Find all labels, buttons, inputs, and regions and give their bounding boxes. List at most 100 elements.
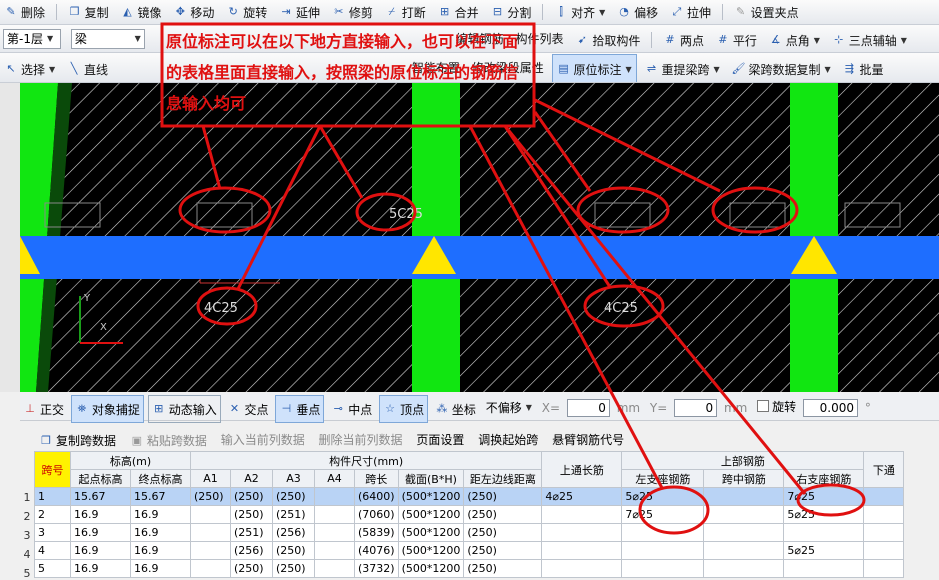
cell[interactable] <box>190 541 231 560</box>
cell[interactable] <box>314 559 355 578</box>
break-button[interactable]: ⌿ 打断 <box>381 0 430 24</box>
snap-vertex[interactable]: ☆ 顶点 <box>379 395 429 423</box>
col-elevation[interactable]: 标高(m) <box>70 451 191 470</box>
cell[interactable]: (250) <box>463 523 543 542</box>
rebar-label-4c25-right[interactable]: 4C25 <box>604 301 638 316</box>
cell[interactable]: 16.9 <box>70 541 131 560</box>
floor-select[interactable]: 第-1层 ▼ <box>3 28 61 49</box>
adjust-start-span-button[interactable]: 调换起始跨 <box>473 428 543 450</box>
rotate-checkbox[interactable]: 旋转 <box>754 393 799 419</box>
cell[interactable] <box>314 523 355 542</box>
snap-midpoint[interactable]: ⊸ 中点 <box>328 396 375 422</box>
cell[interactable]: (500*1200 <box>397 559 465 578</box>
input-column-button[interactable]: 输入当前列数据 <box>216 428 310 450</box>
span-copy-button[interactable]: 🖌 梁跨数据复制 ▼ <box>728 55 835 83</box>
mirror-button[interactable]: ◭ 镜像 <box>117 0 166 24</box>
cell[interactable]: 7⌀25 <box>621 505 705 524</box>
paste-span-button[interactable]: ▣ 粘贴跨数据 <box>125 430 212 452</box>
trim-button[interactable]: ✂ 修剪 <box>328 0 377 24</box>
cell[interactable]: (250) <box>272 487 315 506</box>
col-bottom-through[interactable]: 下通 <box>863 451 905 488</box>
cell[interactable] <box>863 541 905 560</box>
cell[interactable]: 16.9 <box>130 541 191 560</box>
two-points-button[interactable]: # 两点 <box>659 27 708 53</box>
component-list-button[interactable]: 构件列表 <box>512 25 568 52</box>
delete-column-button[interactable]: 删除当前列数据 <box>314 428 408 450</box>
cell[interactable]: (250) <box>230 487 273 506</box>
cell[interactable] <box>190 523 231 542</box>
cell[interactable]: (3732) <box>354 559 399 578</box>
table-row[interactable]: 3 16.9 16.9 (251) (256) (5839) (500*1200… <box>34 523 905 542</box>
table-row[interactable]: 2 16.9 16.9 (250) (251) (7060) (500*1200… <box>34 505 905 524</box>
cell[interactable]: 15.67 <box>130 487 191 506</box>
cell[interactable]: (500*1200 <box>397 505 465 524</box>
reextract-span-button[interactable]: ⇌ 重提梁跨 ▼ <box>641 55 724 83</box>
col-left-seat[interactable]: 左支座钢筋 <box>621 469 705 488</box>
cell[interactable]: (251) <box>230 523 273 542</box>
cell[interactable] <box>703 541 785 560</box>
split-button[interactable]: ⊟ 分割 <box>486 0 535 24</box>
category-select[interactable]: 梁 ▼ <box>70 28 145 49</box>
cell[interactable]: (500*1200 <box>397 541 465 560</box>
cell[interactable]: (500*1200 <box>397 523 465 542</box>
three-point-axis-button[interactable]: ⊹ 三点辅轴 ▼ <box>828 27 911 53</box>
col-top-rebar[interactable]: 上部钢筋 <box>621 451 865 470</box>
cell[interactable]: 3 <box>34 523 71 542</box>
cell[interactable] <box>863 559 905 578</box>
cell[interactable] <box>190 559 231 578</box>
cell[interactable]: (250) <box>463 505 543 524</box>
y-input[interactable]: 0 <box>674 399 718 417</box>
col-a2[interactable]: A2 <box>230 469 273 488</box>
cell[interactable]: (250) <box>463 487 543 506</box>
cell[interactable]: 4⌀25 <box>541 487 623 506</box>
cell[interactable]: 1 <box>34 487 71 506</box>
cell[interactable]: (256) <box>230 541 273 560</box>
cell[interactable] <box>863 487 905 506</box>
pick-component-button[interactable]: ➹ 拾取构件 <box>571 27 644 53</box>
object-snap-toggle[interactable]: ⛯ 对象捕捉 <box>70 395 144 423</box>
batch-button[interactable]: ⇶ 批量 <box>839 55 888 83</box>
col-size[interactable]: 构件尺寸(mm) <box>189 451 543 470</box>
cell[interactable]: (6400) <box>354 487 399 506</box>
dynamic-input-toggle[interactable]: ⊞ 动态输入 <box>147 395 221 423</box>
col-left-distance[interactable]: 距左边线距离 <box>463 469 543 488</box>
copy-span-button[interactable]: ❐ 复制跨数据 <box>34 430 121 452</box>
cell[interactable] <box>703 523 785 542</box>
col-end-elev[interactable]: 终点标高 <box>130 469 191 488</box>
col-a1[interactable]: A1 <box>190 469 231 488</box>
cell[interactable]: (7060) <box>354 505 399 524</box>
cell[interactable] <box>541 541 623 560</box>
rebar-label-4c25-left[interactable]: 4C25 <box>204 301 238 316</box>
cell[interactable] <box>541 523 623 542</box>
cell[interactable]: 5⌀25 <box>783 541 865 560</box>
cell[interactable]: (250) <box>190 487 231 506</box>
cantilever-code-button[interactable]: 悬臂钢筋代号 <box>547 428 629 450</box>
col-top-through[interactable]: 上通长筋 <box>541 451 623 488</box>
cell[interactable] <box>314 487 355 506</box>
cell[interactable]: 2 <box>34 505 71 524</box>
x-input[interactable]: 0 <box>566 399 610 417</box>
table-row[interactable]: 4 16.9 16.9 (256) (250) (4076) (500*1200… <box>34 541 905 560</box>
cell[interactable]: 5⌀25 <box>783 505 865 524</box>
point-angle-button[interactable]: ∡ 点角 ▼ <box>765 27 824 53</box>
cell[interactable]: (251) <box>272 505 315 524</box>
cell[interactable] <box>541 505 623 524</box>
cell[interactable]: 15.67 <box>70 487 131 506</box>
offset-mode-select[interactable]: 不偏移 ▼ <box>483 395 535 421</box>
select-button[interactable]: ↖ 选择 ▼ <box>0 55 59 83</box>
parallel-button[interactable]: # 平行 <box>712 27 761 53</box>
cell[interactable]: (250) <box>463 559 543 578</box>
col-mid-span[interactable]: 跨中钢筋 <box>703 469 785 488</box>
table-row[interactable]: 5 16.9 16.9 (250) (250) (3732) (500*1200… <box>34 559 905 578</box>
stretch-button[interactable]: ⤢ 拉伸 <box>666 0 715 24</box>
col-span-length[interactable]: 跨长 <box>354 469 399 488</box>
cell[interactable] <box>314 505 355 524</box>
rotate-button[interactable]: ↻ 旋转 <box>222 0 271 24</box>
cell[interactable]: (4076) <box>354 541 399 560</box>
cell[interactable] <box>703 487 785 506</box>
cell[interactable]: (256) <box>272 523 315 542</box>
cell[interactable]: (250) <box>230 505 273 524</box>
cell[interactable] <box>863 523 905 542</box>
col-start-elev[interactable]: 起点标高 <box>70 469 131 488</box>
move-button[interactable]: ✥ 移动 <box>169 0 218 24</box>
